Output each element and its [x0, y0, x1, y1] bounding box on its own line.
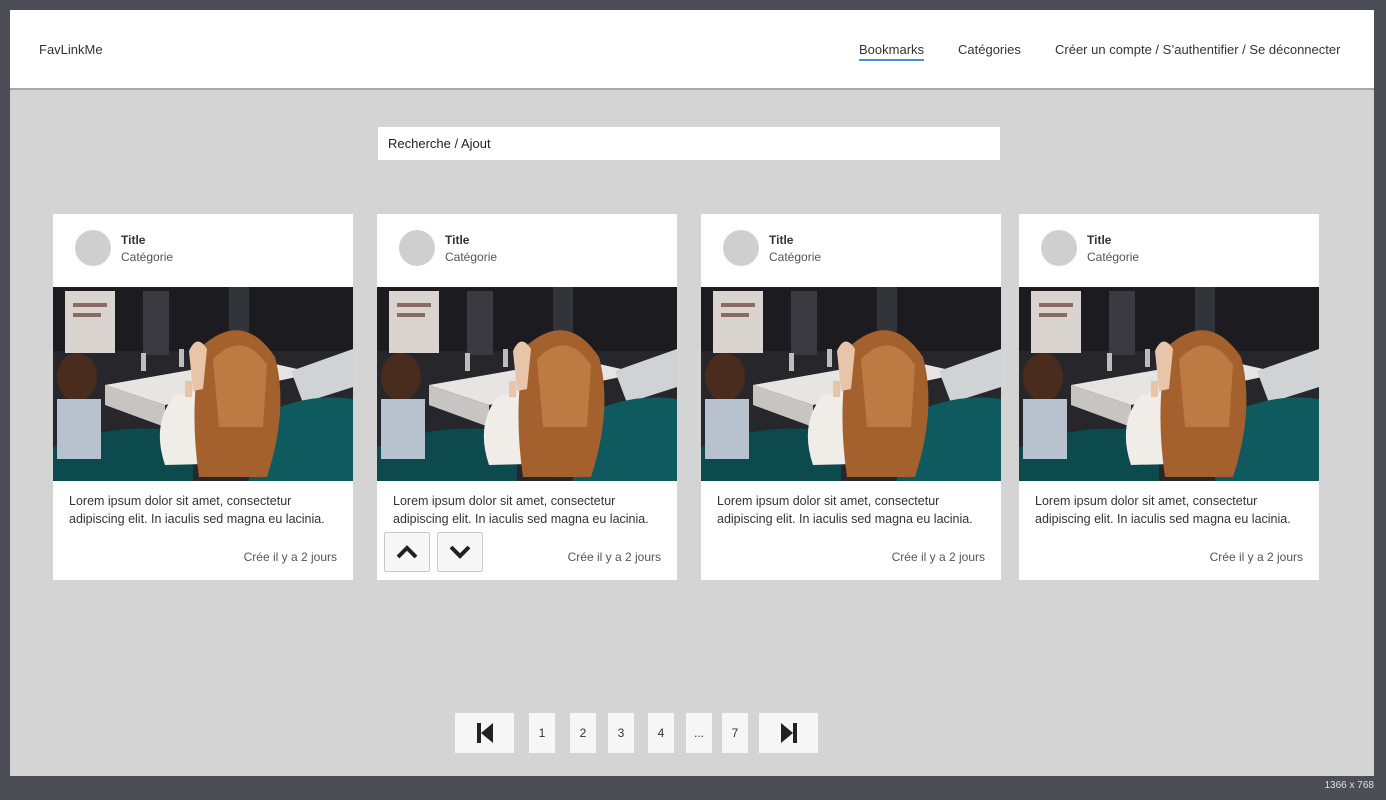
card-description: Lorem ipsum dolor sit amet, consectetur …: [717, 494, 973, 526]
card-image[interactable]: [377, 287, 677, 481]
card-title[interactable]: Title: [445, 233, 469, 247]
card-description: Lorem ipsum dolor sit amet, consectetur …: [1035, 494, 1291, 526]
upvote-button[interactable]: [384, 532, 430, 572]
downvote-button[interactable]: [437, 532, 483, 572]
brand-logo[interactable]: FavLinkMe: [39, 42, 103, 57]
card-date: Crée il y a 2 jours: [1209, 550, 1303, 564]
skip-last-icon: [780, 723, 797, 743]
card-date: Crée il y a 2 jours: [243, 550, 337, 564]
avatar: [723, 230, 759, 266]
card-category: Catégorie: [445, 250, 498, 264]
card-image[interactable]: [53, 287, 353, 481]
card-category: Catégorie: [769, 250, 822, 264]
card-category: Catégorie: [121, 250, 174, 264]
skip-first-icon: [476, 723, 493, 743]
nav-account[interactable]: Créer un compte / S’authentifier / Se dé…: [1055, 42, 1340, 57]
card-title[interactable]: Title: [769, 233, 793, 247]
bookmark-card[interactable]: Title Catégorie Lorem ipsum dolor sit am…: [701, 214, 1001, 580]
card-date: Crée il y a 2 jours: [891, 550, 985, 564]
page-2-button[interactable]: 2: [570, 713, 596, 753]
avatar: [1041, 230, 1077, 266]
search-add-input[interactable]: [378, 127, 1000, 160]
card-image[interactable]: [701, 287, 1001, 481]
chevron-down-icon: [449, 545, 471, 559]
top-navbar: FavLinkMe Bookmarks Catégories Créer un …: [10, 10, 1374, 90]
nav-categories[interactable]: Catégories: [958, 42, 1021, 57]
card-description: Lorem ipsum dolor sit amet, consectetur …: [393, 494, 649, 526]
avatar: [399, 230, 435, 266]
card-title[interactable]: Title: [121, 233, 145, 247]
last-page-button[interactable]: [759, 713, 818, 753]
page-1-button[interactable]: 1: [529, 713, 555, 753]
page-ellipsis: ...: [686, 713, 712, 753]
first-page-button[interactable]: [455, 713, 514, 753]
page-7-button[interactable]: 7: [722, 713, 748, 753]
bookmark-card[interactable]: Title Catégorie Lorem ipsum dolor sit am…: [377, 214, 677, 580]
page-4-button[interactable]: 4: [648, 713, 674, 753]
card-date: Crée il y a 2 jours: [567, 550, 661, 564]
card-title[interactable]: Title: [1087, 233, 1111, 247]
bookmark-card[interactable]: Title Catégorie Lorem ipsum dolor sit am…: [53, 214, 353, 580]
bookmark-card[interactable]: Title Catégorie Lorem ipsum dolor sit am…: [1019, 214, 1319, 580]
card-category: Catégorie: [1087, 250, 1140, 264]
card-description: Lorem ipsum dolor sit amet, consectetur …: [69, 494, 325, 526]
chevron-up-icon: [396, 545, 418, 559]
avatar: [75, 230, 111, 266]
page-3-button[interactable]: 3: [608, 713, 634, 753]
screen-size-label: 1366 x 768: [1324, 780, 1375, 791]
card-image[interactable]: [1019, 287, 1319, 481]
app-viewport: FavLinkMe Bookmarks Catégories Créer un …: [10, 10, 1374, 776]
nav-bookmarks[interactable]: Bookmarks: [859, 42, 925, 61]
